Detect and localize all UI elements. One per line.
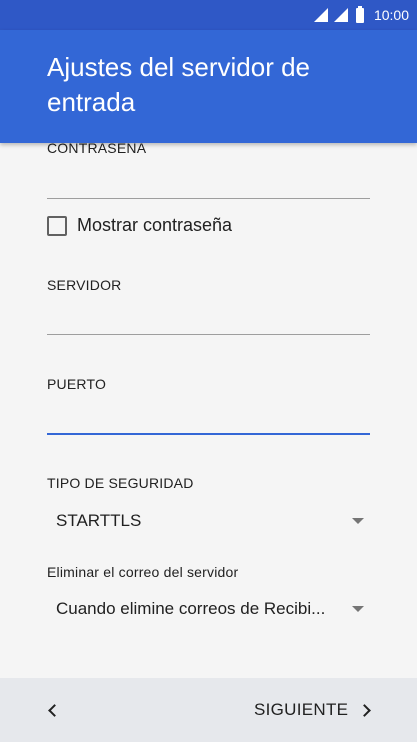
page-title: Ajustes del servidor de entrada — [47, 52, 311, 117]
delete-mail-value: Cuando elimine correos de Recibi... — [56, 599, 326, 618]
show-password-row[interactable]: Mostrar contraseña — [47, 215, 232, 236]
server-field[interactable] — [47, 303, 370, 333]
password-underline — [47, 198, 370, 199]
signal-icon — [333, 8, 348, 22]
server-label: SERVIDOR — [47, 277, 122, 293]
status-time: 10:00 — [373, 7, 409, 23]
signal-icon — [313, 8, 328, 22]
next-button[interactable]: SIGUIENTE — [250, 694, 373, 726]
security-type-value: STARTTLS — [56, 511, 142, 530]
security-type-dropdown[interactable]: STARTTLS — [47, 504, 370, 538]
port-field[interactable] — [47, 402, 370, 432]
battery-icon — [355, 5, 364, 23]
screen: 10:00 Ajustes del servidor de entrada CO… — [0, 0, 417, 742]
chevron-left-icon — [47, 703, 61, 717]
delete-mail-label: Eliminar el correo del servidor — [47, 564, 239, 580]
port-label: PUERTO — [47, 376, 107, 392]
password-field[interactable] — [47, 167, 370, 197]
security-type-label: TIPO DE SEGURIDAD — [47, 475, 194, 491]
show-password-label: Mostrar contraseña — [77, 215, 233, 235]
incoming-server-form: CONTRASEÑA Mostrar contraseña SERVIDOR P… — [0, 143, 417, 678]
port-underline — [47, 433, 370, 435]
show-password-checkbox[interactable] — [47, 215, 67, 236]
app-bar: Ajustes del servidor de entrada — [0, 30, 417, 143]
bottom-navigation-bar: SIGUIENTE — [0, 678, 417, 742]
next-button-label: SIGUIENTE — [254, 700, 349, 719]
status-bar: 10:00 — [0, 0, 417, 30]
back-button[interactable] — [36, 694, 72, 726]
server-underline — [47, 334, 370, 335]
dropdown-arrow-icon — [352, 606, 364, 612]
password-label: CONTRASEÑA — [47, 143, 147, 156]
chevron-right-icon — [358, 703, 372, 717]
dropdown-arrow-icon — [352, 518, 364, 524]
delete-mail-dropdown[interactable]: Cuando elimine correos de Recibi... — [47, 592, 370, 626]
